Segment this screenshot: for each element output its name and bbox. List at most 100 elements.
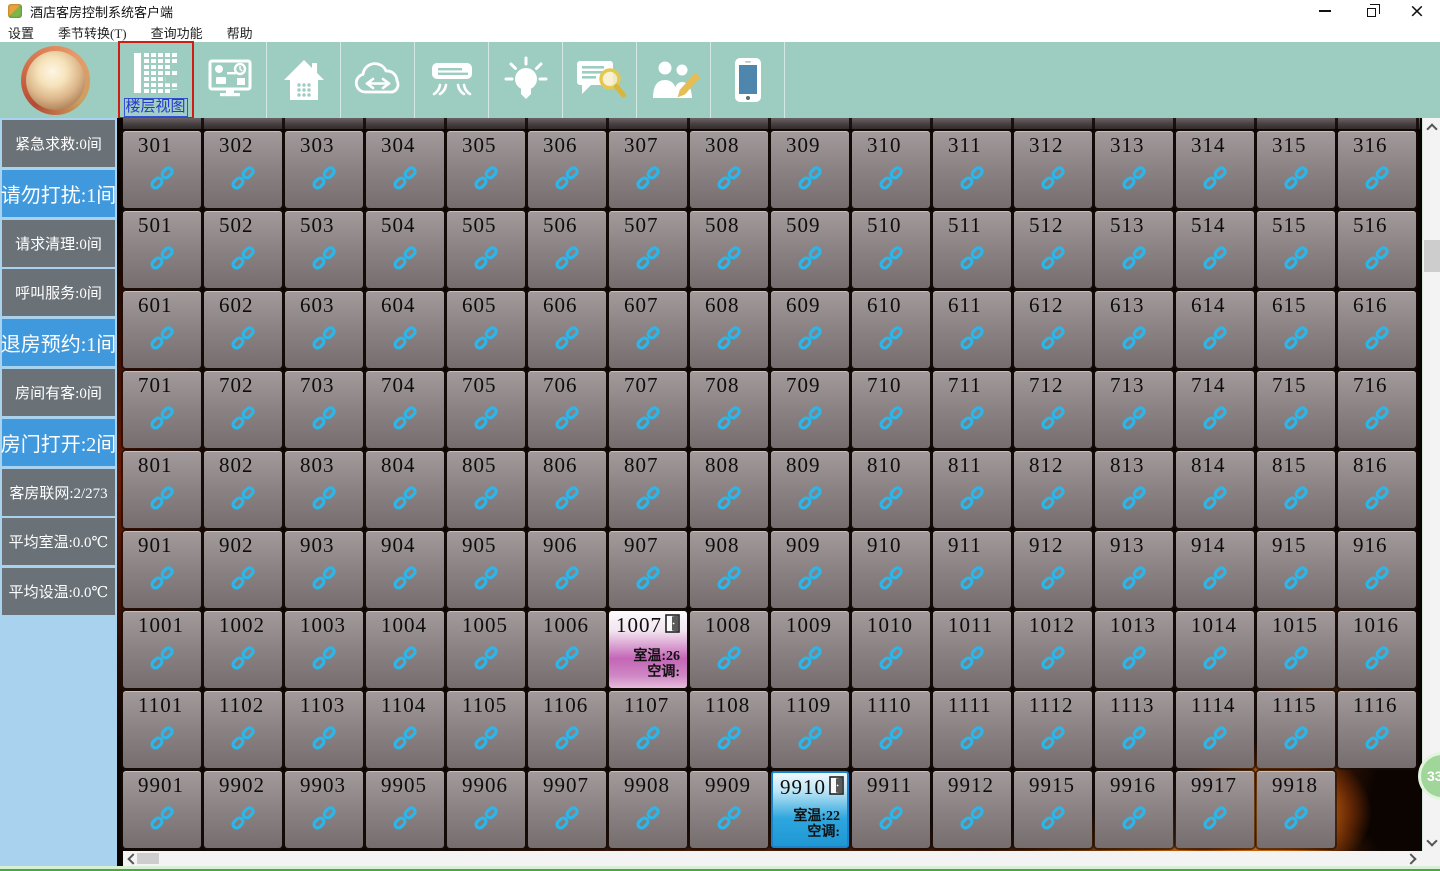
room-tile-1005[interactable]: 1005: [447, 611, 525, 688]
room-tile-711[interactable]: 711: [933, 371, 1011, 448]
room-tile-1112[interactable]: 1112: [1014, 691, 1092, 768]
room-tile-1001[interactable]: 1001: [123, 611, 201, 688]
room-tile-907[interactable]: 907: [609, 531, 687, 608]
room-tile-1011[interactable]: 1011: [933, 611, 1011, 688]
toolbar-light-button[interactable]: [489, 42, 563, 118]
room-tile-9918[interactable]: 9918: [1257, 771, 1335, 848]
room-tile-316[interactable]: 316: [1338, 131, 1416, 208]
room-tile-1015[interactable]: 1015: [1257, 611, 1335, 688]
room-tile-908[interactable]: 908: [690, 531, 768, 608]
room-tile-602[interactable]: 602: [204, 291, 282, 368]
room-tile-514[interactable]: 514: [1176, 211, 1254, 288]
room-tile-506[interactable]: 506: [528, 211, 606, 288]
room-tile-812[interactable]: 812: [1014, 451, 1092, 528]
room-tile-916[interactable]: 916: [1338, 531, 1416, 608]
room-tile-910[interactable]: 910: [852, 531, 930, 608]
room-tile-716[interactable]: 716: [1338, 371, 1416, 448]
room-tile-811[interactable]: 811: [933, 451, 1011, 528]
room-tile-1111[interactable]: 1111: [933, 691, 1011, 768]
room-tile-312[interactable]: 312: [1014, 131, 1092, 208]
minimize-button[interactable]: [1302, 0, 1348, 22]
room-tile-608[interactable]: 608: [690, 291, 768, 368]
room-tile-511[interactable]: 511: [933, 211, 1011, 288]
room-tile-911[interactable]: 911: [933, 531, 1011, 608]
room-tile-1113[interactable]: 1113: [1095, 691, 1173, 768]
room-tile-1013[interactable]: 1013: [1095, 611, 1173, 688]
room-tile-1105[interactable]: 1105: [447, 691, 525, 768]
room-tile-701[interactable]: 701: [123, 371, 201, 448]
toolbar-users-edit-button[interactable]: [637, 42, 711, 118]
room-tile-9906[interactable]: 9906: [447, 771, 525, 848]
room-tile-9908[interactable]: 9908: [609, 771, 687, 848]
room-tile-807[interactable]: 807: [609, 451, 687, 528]
room-tile-801[interactable]: 801: [123, 451, 201, 528]
room-tile-704[interactable]: 704: [366, 371, 444, 448]
room-tile-1102[interactable]: 1102: [204, 691, 282, 768]
scroll-right-button[interactable]: [1405, 851, 1420, 866]
sidebar-status-item-0[interactable]: 紧急求救:0间: [2, 120, 115, 167]
room-tile-9916[interactable]: 9916: [1095, 771, 1173, 848]
room-tile-707[interactable]: 707: [609, 371, 687, 448]
room-tile-1010[interactable]: 1010: [852, 611, 930, 688]
room-tile-816[interactable]: 816: [1338, 451, 1416, 528]
room-tile-501[interactable]: 501: [123, 211, 201, 288]
menu-help[interactable]: 帮助: [227, 23, 253, 42]
sidebar-status-item-3[interactable]: 呼叫服务:0间: [2, 269, 115, 316]
sidebar-status-item-7[interactable]: 客房联网:2/273: [2, 469, 115, 516]
room-tile-614[interactable]: 614: [1176, 291, 1254, 368]
room-tile-1114[interactable]: 1114: [1176, 691, 1254, 768]
room-tile-502[interactable]: 502: [204, 211, 282, 288]
room-tile-307[interactable]: 307: [609, 131, 687, 208]
room-tile-1002[interactable]: 1002: [204, 611, 282, 688]
room-tile-516[interactable]: 516: [1338, 211, 1416, 288]
room-tile-1110[interactable]: 1110: [852, 691, 930, 768]
room-tile-1108[interactable]: 1108: [690, 691, 768, 768]
room-tile-509[interactable]: 509: [771, 211, 849, 288]
room-tile-1109[interactable]: 1109: [771, 691, 849, 768]
room-tile-9910[interactable]: 9910室温:22空调:: [771, 771, 849, 848]
room-tile-709[interactable]: 709: [771, 371, 849, 448]
room-tile-508[interactable]: 508: [690, 211, 768, 288]
room-tile-708[interactable]: 708: [690, 371, 768, 448]
room-tile-1004[interactable]: 1004: [366, 611, 444, 688]
room-tile-903[interactable]: 903: [285, 531, 363, 608]
room-tile-1007[interactable]: 1007室温:26空调:: [609, 611, 687, 688]
scroll-up-button[interactable]: [1423, 118, 1440, 135]
room-tile-713[interactable]: 713: [1095, 371, 1173, 448]
room-tile-1003[interactable]: 1003: [285, 611, 363, 688]
room-tile-703[interactable]: 703: [285, 371, 363, 448]
room-tile-305[interactable]: 305: [447, 131, 525, 208]
room-tile-806[interactable]: 806: [528, 451, 606, 528]
toolbar-mobile-button[interactable]: [711, 42, 785, 118]
room-tile-616[interactable]: 616: [1338, 291, 1416, 368]
room-tile-1107[interactable]: 1107: [609, 691, 687, 768]
room-tile-905[interactable]: 905: [447, 531, 525, 608]
room-tile-9901[interactable]: 9901: [123, 771, 201, 848]
room-tile-9902[interactable]: 9902: [204, 771, 282, 848]
room-tile-304[interactable]: 304: [366, 131, 444, 208]
room-tile-303[interactable]: 303: [285, 131, 363, 208]
room-tile-805[interactable]: 805: [447, 451, 525, 528]
room-tile-507[interactable]: 507: [609, 211, 687, 288]
room-tile-315[interactable]: 315: [1257, 131, 1335, 208]
room-tile-906[interactable]: 906: [528, 531, 606, 608]
room-tile-915[interactable]: 915: [1257, 531, 1335, 608]
room-tile-1101[interactable]: 1101: [123, 691, 201, 768]
menu-settings[interactable]: 设置: [8, 23, 34, 42]
vertical-scroll-thumb[interactable]: [1424, 240, 1440, 272]
room-tile-1103[interactable]: 1103: [285, 691, 363, 768]
sidebar-status-item-6[interactable]: 房门打开:2间: [2, 419, 115, 466]
room-tile-1104[interactable]: 1104: [366, 691, 444, 768]
room-tile-603[interactable]: 603: [285, 291, 363, 368]
room-tile-815[interactable]: 815: [1257, 451, 1335, 528]
room-tile-613[interactable]: 613: [1095, 291, 1173, 368]
room-tile-610[interactable]: 610: [852, 291, 930, 368]
room-tile-9917[interactable]: 9917: [1176, 771, 1254, 848]
room-tile-913[interactable]: 913: [1095, 531, 1173, 608]
room-tile-912[interactable]: 912: [1014, 531, 1092, 608]
room-tile-9907[interactable]: 9907: [528, 771, 606, 848]
room-tile-605[interactable]: 605: [447, 291, 525, 368]
room-tile-710[interactable]: 710: [852, 371, 930, 448]
room-tile-909[interactable]: 909: [771, 531, 849, 608]
room-tile-702[interactable]: 702: [204, 371, 282, 448]
